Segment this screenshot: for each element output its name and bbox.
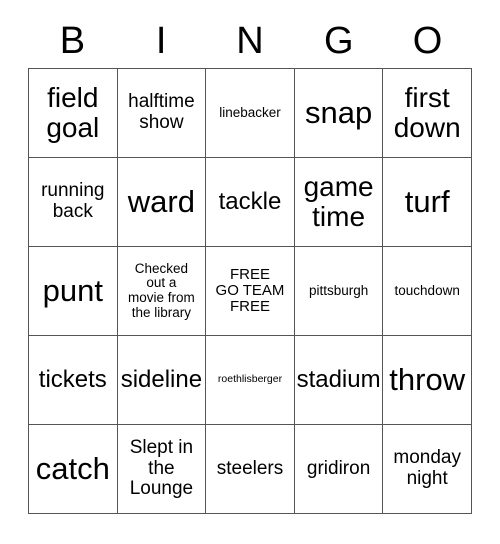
bingo-cell-label: Slept in the Lounge [129,437,194,500]
bingo-cell-label: running back [41,180,105,222]
bingo-cell-g5[interactable]: gridiron [294,425,384,514]
bingo-header-row: B I N G O [28,14,472,68]
bingo-cell-g3[interactable]: pittsburgh [294,247,384,336]
bingo-cell-label: catch [35,451,110,487]
bingo-cell-n1[interactable]: linebacker [206,69,295,158]
bingo-cell-i4[interactable]: sideline [117,336,207,425]
bingo-cell-label: sideline [120,366,203,394]
bingo-cell-g1[interactable]: snap [294,69,384,158]
bingo-cell-o5[interactable]: monday night [383,425,472,514]
bingo-header-letter-n: N [236,20,264,62]
bingo-cell-label: throw [389,362,466,398]
bingo-cell-label: steelers [216,457,284,479]
bingo-header-letter-b: B [59,20,86,62]
bingo-cell-label: turf [404,184,450,220]
bingo-cell-label: monday night [393,447,461,489]
bingo-cell-label: field goal [46,81,100,143]
bingo-cell-label: gridiron [306,457,371,479]
bingo-free-label: FREE GO TEAM FREE [215,265,285,316]
bingo-cell-label: punt [42,273,103,309]
bingo-cell-n5[interactable]: steelers [206,425,295,514]
bingo-header-letter-g: G [324,20,354,62]
bingo-cell-i3[interactable]: Checked out a movie from the library [117,247,207,336]
bingo-cell-n4[interactable]: roethlisberger [206,336,295,425]
bingo-cell-o3[interactable]: touchdown [383,247,472,336]
bingo-cell-label: ward [127,184,195,220]
bingo-cell-i5[interactable]: Slept in the Lounge [117,425,207,514]
bingo-cell-g2[interactable]: game time [294,158,384,247]
bingo-cell-label: pittsburgh [308,282,369,298]
bingo-cell-g4[interactable]: stadium [294,336,384,425]
bingo-cell-b2[interactable]: running back [29,158,118,247]
bingo-cell-label: Checked out a movie from the library [128,260,195,320]
bingo-cell-label: halftime show [128,91,195,133]
bingo-grid: field goal halftime show linebacker snap… [28,68,472,514]
bingo-cell-n2[interactable]: tackle [206,158,295,247]
bingo-cell-label: first down [393,81,461,143]
bingo-cell-b4[interactable]: tickets [29,336,118,425]
bingo-cell-o1[interactable]: first down [383,69,472,158]
bingo-cell-label: touchdown [394,282,460,298]
bingo-cell-label: roethlisberger [217,373,283,386]
bingo-cell-b3[interactable]: punt [29,247,118,336]
bingo-cell-free[interactable]: FREE GO TEAM FREE [206,247,295,336]
bingo-cell-b5[interactable]: catch [29,425,118,514]
bingo-cell-label: snap [304,95,373,131]
bingo-cell-label: tackle [218,188,282,216]
bingo-cell-o2[interactable]: turf [383,158,472,247]
bingo-header-letter-o: O [412,20,443,62]
bingo-cell-o4[interactable]: throw [383,336,472,425]
bingo-cell-label: game time [303,170,374,232]
bingo-cell-b1[interactable]: field goal [29,69,118,158]
bingo-cell-label: tickets [38,366,107,394]
bingo-card: B I N G O field goal halftime show lineb… [0,0,500,544]
bingo-cell-label: linebacker [219,104,281,120]
bingo-header-letter-i: I [155,20,167,62]
bingo-cell-i2[interactable]: ward [117,158,207,247]
bingo-cell-i1[interactable]: halftime show [117,69,207,158]
bingo-cell-label: stadium [296,366,381,394]
